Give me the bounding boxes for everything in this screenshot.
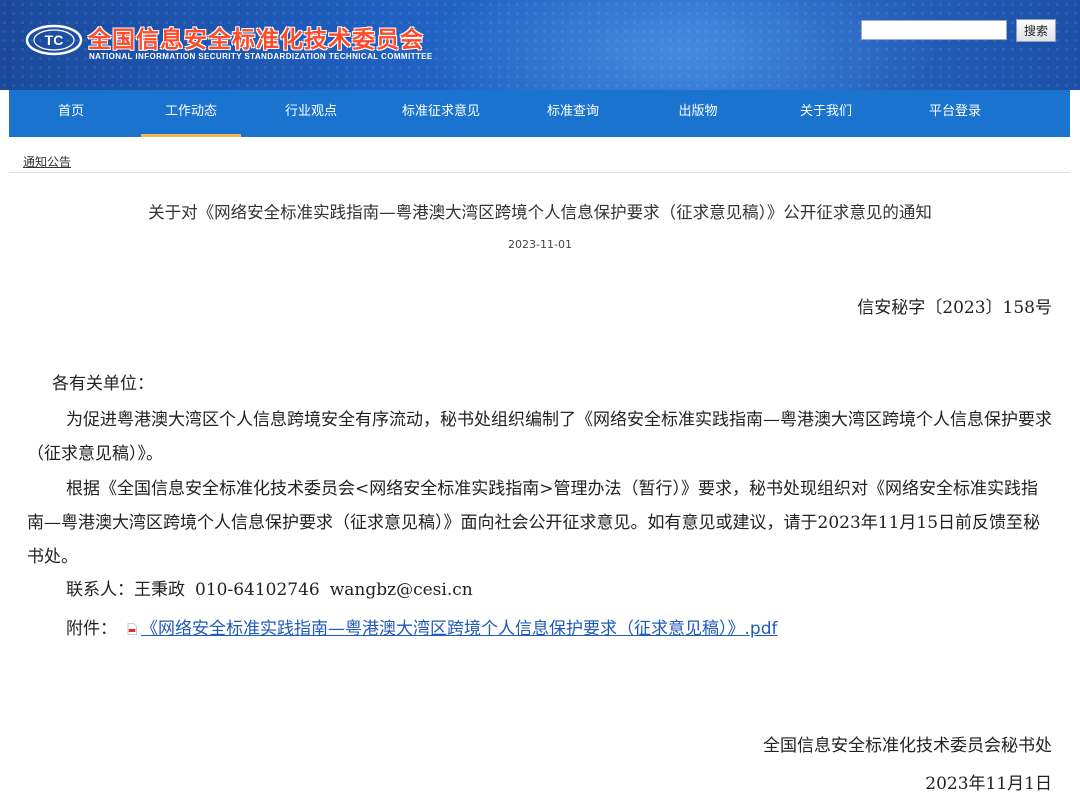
main-nav: 首页 工作动态 行业观点 标准征求意见 标准查询 出版物 关于我们 平台登录 bbox=[9, 90, 1070, 137]
org-title[interactable]: 全国信息安全标准化技术委员会 bbox=[88, 20, 424, 54]
pdf-file-icon bbox=[127, 622, 137, 635]
contact-label: 联系人： bbox=[66, 580, 134, 600]
nav-item-standard-comments[interactable]: 标准征求意见 bbox=[379, 90, 503, 137]
paragraph-request: 根据《全国信息安全标准化技术委员会<网络安全标准实践指南>管理办法（暂行）》要求… bbox=[27, 479, 1041, 567]
nav-item-about-us[interactable]: 关于我们 bbox=[765, 90, 887, 137]
contact-email: wangbz@cesi.cn bbox=[329, 580, 473, 600]
article-title: 关于对《网络安全标准实践指南—粤港澳大湾区跨境个人信息保护要求（征求意见稿）》公… bbox=[148, 203, 932, 222]
paragraph-intro: 为促进粤港澳大湾区个人信息跨境安全有序流动，秘书处组织编制了《网络安全标准实践指… bbox=[27, 410, 1052, 464]
nav-item-standard-query[interactable]: 标准查询 bbox=[511, 90, 635, 137]
org-subtitle: NATIONAL INFORMATION SECURITY STANDARDIZ… bbox=[89, 52, 433, 61]
attachment-label: 附件： bbox=[66, 619, 117, 639]
article-date: 2023-11-01 bbox=[508, 238, 572, 251]
site-header: TC 全国信息安全标准化技术委员会 NATIONAL INFORMATION S… bbox=[0, 0, 1080, 90]
contact-phone: 010-64102746 bbox=[195, 580, 320, 600]
signer: 全国信息安全标准化技术委员会秘书处 bbox=[763, 736, 1052, 756]
contact-name: 王秉政 bbox=[134, 580, 185, 600]
document-number: 信安秘字〔2023〕158号 bbox=[857, 298, 1052, 318]
search-button[interactable]: 搜索 bbox=[1016, 19, 1056, 42]
breadcrumb-link-notices[interactable]: 通知公告 bbox=[23, 153, 71, 170]
salutation: 各有关单位： bbox=[52, 374, 154, 394]
search-input[interactable] bbox=[861, 20, 1007, 40]
sign-date: 2023年11月1日 bbox=[925, 774, 1052, 794]
header-glow bbox=[420, 0, 940, 90]
attachment-row: 附件： 《网络安全标准实践指南—粤港澳大湾区跨境个人信息保护要求（征求意见稿）》… bbox=[66, 614, 777, 639]
nav-item-industry-views[interactable]: 行业观点 bbox=[253, 90, 369, 137]
nav-item-work-news[interactable]: 工作动态 bbox=[141, 90, 241, 137]
attachment-link[interactable]: 《网络安全标准实践指南—粤港澳大湾区跨境个人信息保护要求（征求意见稿）》.pdf bbox=[141, 614, 777, 639]
nav-item-home[interactable]: 首页 bbox=[9, 90, 133, 137]
svg-text:TC: TC bbox=[45, 32, 64, 48]
nav-item-platform-login[interactable]: 平台登录 bbox=[893, 90, 1017, 137]
nav-item-publications[interactable]: 出版物 bbox=[643, 90, 753, 137]
breadcrumb: 通知公告 bbox=[9, 148, 1070, 173]
tc-logo-icon[interactable]: TC bbox=[24, 22, 84, 58]
contact-info: 联系人：王秉政 010-64102746 wangbz@cesi.cn bbox=[66, 575, 483, 600]
